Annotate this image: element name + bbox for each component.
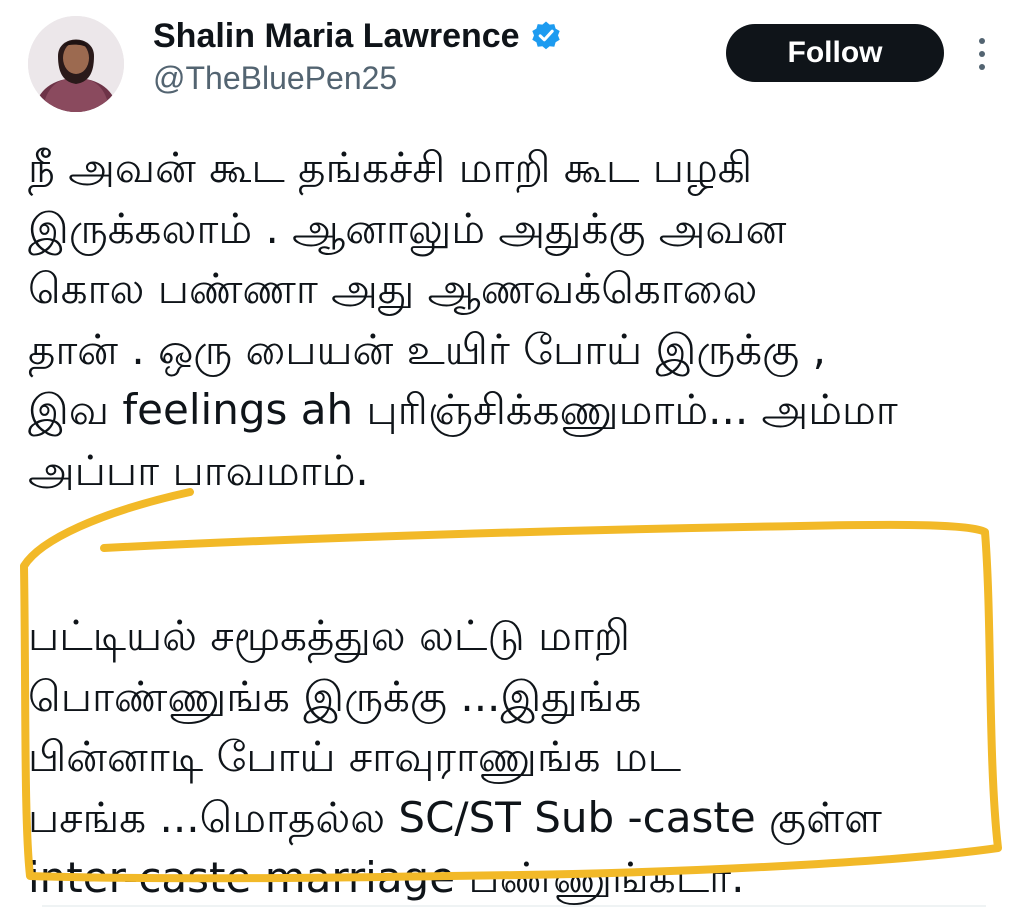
- avatar[interactable]: [28, 16, 124, 112]
- tweet-line: தான் . ஒரு பையன் உயிர் போய் இருக்கு ,: [28, 324, 826, 374]
- tweet-line: பசங்க ...மொதல்ல SC/ST Sub -caste குள்ள: [28, 792, 882, 842]
- user-handle[interactable]: @TheBluePen25: [153, 60, 397, 97]
- tweet-line: கொல பண்ணா அது ஆணவக்கொலை: [28, 264, 758, 313]
- more-vertical-icon[interactable]: [970, 34, 994, 74]
- tweet-card: Shalin Maria Lawrence @TheBluePen25 Foll…: [0, 0, 1028, 910]
- tweet-line: பட்டியல் சமூகத்துல லட்டு மாறி: [28, 611, 630, 660]
- follow-button[interactable]: Follow: [726, 24, 944, 82]
- tweet-line: நீ அவன் கூட தங்கச்சி மாறி கூட பழகி: [28, 143, 753, 192]
- tweet-line: பொண்ணுங்க இருக்கு ...இதுங்க: [28, 671, 642, 721]
- verified-badge-icon: [530, 20, 562, 52]
- tweet-header: Shalin Maria Lawrence @TheBluePen25 Foll…: [0, 0, 1028, 120]
- display-name[interactable]: Shalin Maria Lawrence: [153, 17, 520, 56]
- tweet-line: அப்பா பாவமாம்.: [28, 445, 369, 495]
- tweet-line: பின்னாடி போய் சாவுராணுங்க மட: [28, 732, 682, 781]
- tweet-line: inter-caste marriage பண்ணுங்கடா.: [28, 853, 745, 902]
- tweet-line: இருக்கலாம் . ஆனாலும் அதுக்கு அவன: [28, 203, 787, 253]
- name-row: Shalin Maria Lawrence: [153, 14, 562, 58]
- divider: [42, 905, 986, 907]
- tweet-text: நீ அவன் கூட தங்கச்சி மாறி கூட பழகி இருக்…: [28, 138, 1013, 909]
- tweet-line: இவ feelings ah புரிஞ்சிக்கணுமாம்... அம்ம…: [28, 385, 898, 434]
